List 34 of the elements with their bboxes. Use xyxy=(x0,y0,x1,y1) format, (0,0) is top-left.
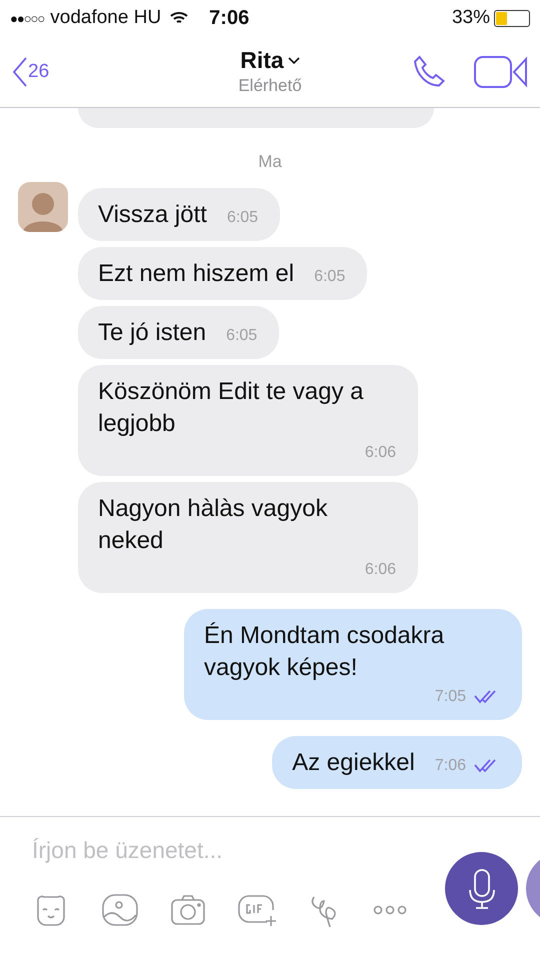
message-text: Ezt nem hiszem el xyxy=(98,259,294,289)
more-icon[interactable] xyxy=(373,905,407,915)
carrier-name: vodafone HU xyxy=(50,7,162,29)
message-time: 7:06 xyxy=(434,757,466,775)
message-input[interactable]: Írjon be üzenetet... xyxy=(32,837,412,864)
message-text: Köszönöm Edit te vagy a legjobb xyxy=(98,377,364,439)
message-time: 6:06 xyxy=(364,444,396,462)
camera-icon[interactable] xyxy=(170,894,206,926)
message-text: Az egiekkel xyxy=(292,748,415,778)
message-time: 6:05 xyxy=(226,209,258,227)
message-time: 7:05 xyxy=(434,688,466,706)
message-time: 6:05 xyxy=(314,268,346,286)
signal-dots: ●●○○○ xyxy=(10,10,44,26)
message-time: 6:05 xyxy=(226,327,258,345)
microphone-icon xyxy=(466,868,496,910)
battery-icon xyxy=(494,10,530,26)
wifi-icon xyxy=(169,10,190,26)
chevron-down-icon[interactable] xyxy=(288,56,300,64)
back-chevron-icon xyxy=(12,56,28,88)
contact-name[interactable]: Rita xyxy=(240,47,284,74)
day-label: Ma xyxy=(257,152,283,172)
message-text: Vissza jött xyxy=(98,200,207,230)
clock-time: 7:06 xyxy=(209,6,250,30)
message-time: 6:06 xyxy=(364,561,396,579)
video-camera-icon[interactable] xyxy=(474,54,528,88)
battery-percent: 33% xyxy=(452,7,490,29)
image-icon[interactable] xyxy=(101,893,139,927)
message-text: Én Mondtam csodakra vagyok képes! xyxy=(204,621,446,683)
avatar[interactable] xyxy=(18,182,68,232)
back-button[interactable]: 26 xyxy=(12,56,142,88)
message-text: Te jó isten xyxy=(98,318,206,348)
message-text: Nagyon hàlàs vagyok neked xyxy=(98,494,328,556)
gif-icon[interactable] xyxy=(237,892,279,928)
contact-status: Elérhető xyxy=(238,76,302,96)
